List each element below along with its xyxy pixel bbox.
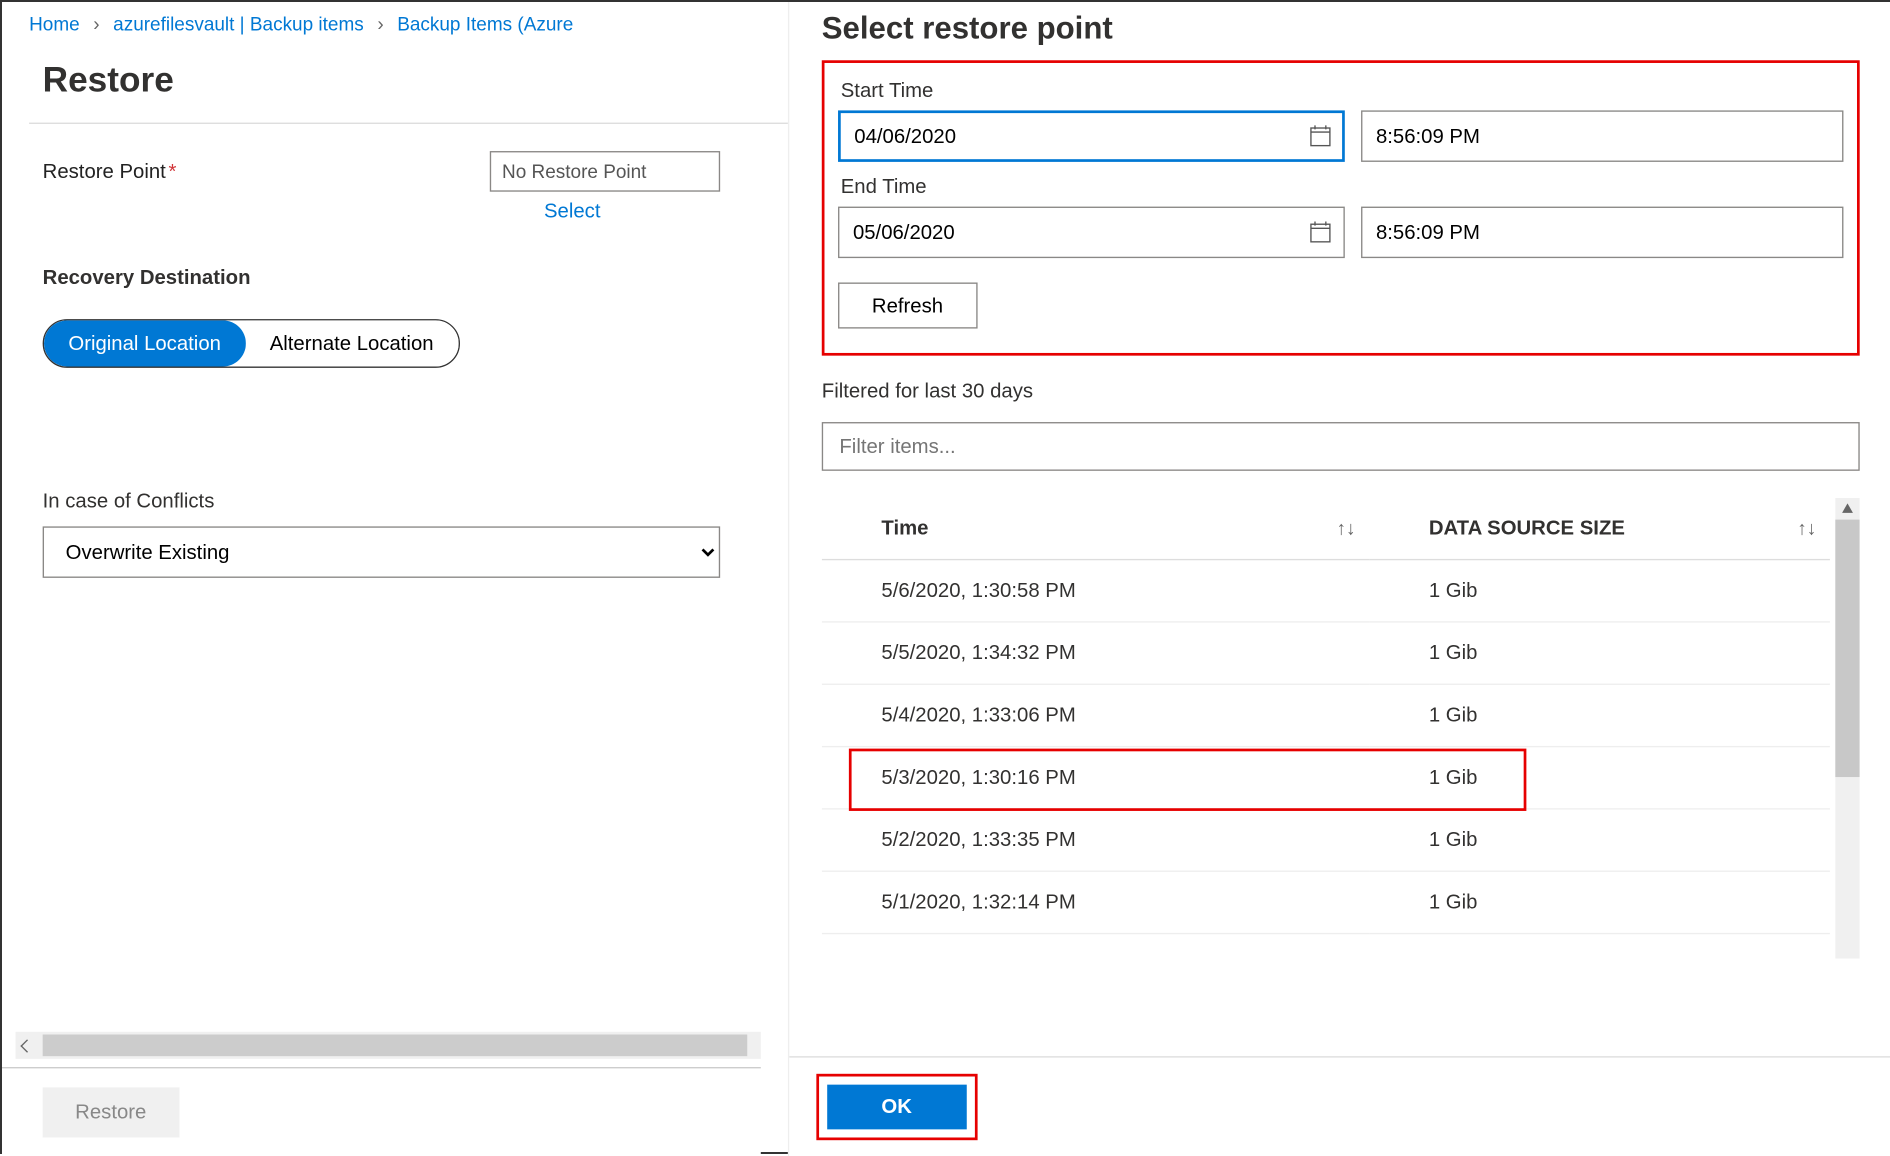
sort-icon: ↑↓: [1797, 517, 1816, 539]
cell-time: 5/2/2020, 1:33:35 PM: [822, 809, 1369, 871]
select-restore-point-link[interactable]: Select: [544, 200, 720, 223]
start-time-input[interactable]: [1361, 110, 1843, 161]
cell-size: 1 Gib: [1369, 809, 1830, 871]
cell-time: 5/3/2020, 1:30:16 PM: [822, 747, 1369, 809]
restore-button[interactable]: Restore: [43, 1087, 179, 1137]
toggle-alternate-location[interactable]: Alternate Location: [245, 320, 458, 366]
time-range-box: Start Time End Time: [822, 60, 1860, 355]
recovery-destination-label: Recovery Destination: [43, 266, 721, 289]
cell-size: 1 Gib: [1369, 684, 1830, 746]
column-time[interactable]: Time ↑↓: [822, 498, 1369, 560]
restore-point-label: Restore Point*: [43, 160, 490, 183]
panel-title: Select restore point: [822, 10, 1860, 47]
restore-points-table-container: Time ↑↓ DATA SOURCE SIZE ↑↓ 5/6/2020, 1:…: [822, 498, 1860, 959]
restore-point-input[interactable]: [490, 151, 720, 192]
sort-icon: ↑↓: [1337, 517, 1356, 539]
end-time-label: End Time: [841, 175, 1841, 198]
chevron-right-icon: ›: [377, 13, 383, 35]
filter-note: Filtered for last 30 days: [822, 380, 1860, 403]
column-data-source-size[interactable]: DATA SOURCE SIZE ↑↓: [1369, 498, 1830, 560]
conflicts-label: In case of Conflicts: [43, 490, 721, 513]
ok-button[interactable]: OK: [827, 1085, 966, 1130]
breadcrumb-backup-items[interactable]: Backup Items (Azure: [397, 13, 573, 35]
cell-size: 1 Gib: [1369, 560, 1830, 622]
cell-size: 1 Gib: [1369, 622, 1830, 684]
start-date-input[interactable]: [838, 110, 1345, 161]
cell-time: 5/4/2020, 1:33:06 PM: [822, 684, 1369, 746]
table-row[interactable]: 5/4/2020, 1:33:06 PM1 Gib: [822, 684, 1830, 746]
left-footer: Restore: [2, 1067, 761, 1156]
refresh-button[interactable]: Refresh: [838, 282, 977, 328]
cell-time: 5/1/2020, 1:32:14 PM: [822, 871, 1369, 933]
breadcrumb-vault[interactable]: azurefilesvault | Backup items: [113, 13, 364, 35]
cell-size: 1 Gib: [1369, 871, 1830, 933]
table-row[interactable]: 5/2/2020, 1:33:35 PM1 Gib: [822, 809, 1830, 871]
table-row[interactable]: 5/6/2020, 1:30:58 PM1 Gib: [822, 560, 1830, 622]
select-restore-point-panel: Select restore point Start Time End Time: [788, 2, 1890, 1156]
ok-button-highlight: OK: [816, 1074, 977, 1140]
panel-footer: OK: [789, 1056, 1890, 1156]
filter-items-input[interactable]: [822, 422, 1860, 471]
cell-size: 1 Gib: [1369, 747, 1830, 809]
table-row[interactable]: 5/1/2020, 1:32:14 PM1 Gib: [822, 871, 1830, 933]
horizontal-scrollbar[interactable]: [16, 1032, 761, 1059]
recovery-destination-toggle: Original Location Alternate Location: [43, 319, 460, 368]
restore-points-table: Time ↑↓ DATA SOURCE SIZE ↑↓ 5/6/2020, 1:…: [822, 498, 1830, 934]
end-date-input[interactable]: [838, 207, 1345, 258]
table-row[interactable]: 5/5/2020, 1:34:32 PM1 Gib: [822, 622, 1830, 684]
chevron-right-icon: ›: [93, 13, 99, 35]
toggle-original-location[interactable]: Original Location: [44, 320, 245, 366]
table-row[interactable]: 5/3/2020, 1:30:16 PM1 Gib: [822, 747, 1830, 809]
cell-time: 5/5/2020, 1:34:32 PM: [822, 622, 1369, 684]
end-time-input[interactable]: [1361, 207, 1843, 258]
start-time-label: Start Time: [841, 79, 1841, 102]
breadcrumb-home[interactable]: Home: [29, 13, 80, 35]
vertical-scrollbar[interactable]: [1835, 498, 1859, 959]
cell-time: 5/6/2020, 1:30:58 PM: [822, 560, 1369, 622]
conflicts-select[interactable]: Overwrite Existing: [43, 526, 721, 577]
restore-form: Restore Point* Select Recovery Destinati…: [2, 124, 761, 605]
